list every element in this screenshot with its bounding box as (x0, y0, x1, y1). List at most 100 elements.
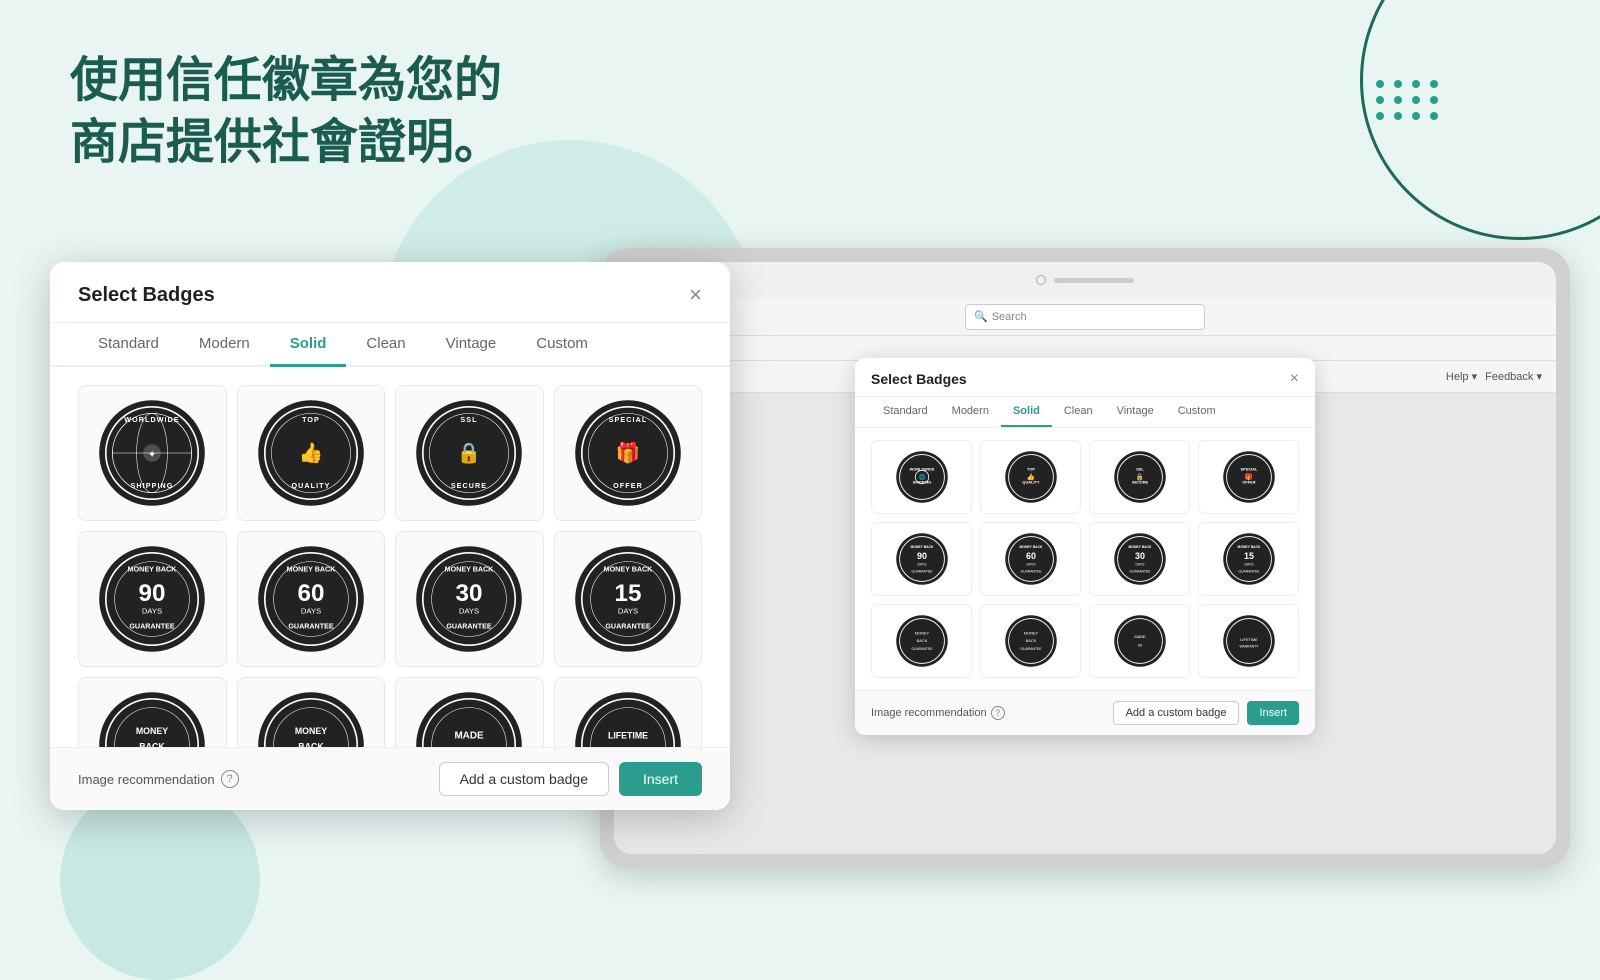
large-badge-worldwide-shipping[interactable]: WORLDWIDE SHIPPING ✦ (78, 385, 227, 521)
small-badge-money-back-90[interactable]: MONEY BACK90DAYSGUARANTEE (871, 522, 972, 596)
svg-text:90: 90 (917, 551, 927, 561)
small-badge-top-quality[interactable]: TOPQUALITY👍 (980, 440, 1081, 514)
large-insert-button[interactable]: Insert (619, 762, 702, 796)
large-badge-money-back-a[interactable]: MONEY BACK GUARANTEE (78, 677, 227, 747)
small-tab-modern[interactable]: Modern (940, 397, 1001, 427)
small-badge-money-back-3b[interactable]: MONEYBACKGUARANTEE (980, 604, 1081, 678)
small-badge-worldwide-shipping[interactable]: WORLDWIDESHIPPING🌐 (871, 440, 972, 514)
small-badge-money-back-30[interactable]: MONEY BACK30DAYSGUARANTEE (1089, 522, 1190, 596)
large-badges-grid: WORLDWIDE SHIPPING ✦ TOP QUALITY 👍 SSL (50, 367, 730, 747)
svg-text:SSL: SSL (1136, 466, 1144, 471)
large-badge-special-offer[interactable]: SPECIAL OFFER 🎁 (554, 385, 703, 521)
tablet-content: 🔍 Search / Settings / Badges ings Plan H… (614, 298, 1556, 854)
small-tab-standard[interactable]: Standard (871, 397, 940, 427)
tablet-search-input[interactable]: 🔍 Search (965, 304, 1205, 330)
svg-text:GUARANTEE: GUARANTEE (288, 623, 333, 631)
svg-text:SSL: SSL (461, 416, 478, 424)
help-button[interactable]: Help ▾ (1446, 370, 1477, 383)
large-modal-title: Select Badges (78, 284, 215, 307)
large-tab-solid[interactable]: Solid (270, 323, 347, 367)
large-badge-made-in[interactable]: MADE IN (395, 677, 544, 747)
svg-text:TOP: TOP (1027, 466, 1035, 471)
svg-text:GUARANTEE: GUARANTEE (1020, 647, 1042, 651)
svg-text:OFFER: OFFER (613, 482, 643, 490)
svg-text:WORLDWIDE: WORLDWIDE (124, 416, 180, 424)
tablet-top-bar (614, 262, 1556, 298)
small-badge-money-back-15[interactable]: MONEY BACK15DAYSGUARANTEE (1198, 522, 1299, 596)
large-badge-ssl-secure[interactable]: SSL SECURE 🔒 (395, 385, 544, 521)
small-tab-clean[interactable]: Clean (1052, 397, 1105, 427)
large-tab-standard[interactable]: Standard (78, 323, 179, 367)
svg-text:GUARANTEE: GUARANTEE (911, 647, 933, 651)
large-modal-close-button[interactable]: × (689, 282, 702, 308)
svg-text:SHIPPING: SHIPPING (131, 482, 174, 490)
small-badge-special-offer[interactable]: SPECIALOFFER🎁 (1198, 440, 1299, 514)
small-tab-custom[interactable]: Custom (1166, 397, 1228, 427)
small-tab-solid[interactable]: Solid (1001, 397, 1052, 427)
svg-text:BACK: BACK (140, 741, 166, 747)
large-add-custom-badge-button[interactable]: Add a custom badge (439, 762, 609, 796)
large-badge-money-back-30[interactable]: MONEY BACK 30 DAYS GUARANTEE (395, 531, 544, 667)
svg-text:IN: IN (1138, 643, 1142, 648)
svg-text:MONEY BACK: MONEY BACK (1237, 545, 1260, 549)
small-modal-tabs: Standard Modern Solid Clean Vintage Cust… (855, 397, 1315, 428)
large-tab-modern[interactable]: Modern (179, 323, 270, 367)
small-badge-ssl-secure[interactable]: SSLSECURE🔒 (1089, 440, 1190, 514)
large-tab-clean[interactable]: Clean (346, 323, 425, 367)
svg-text:✦: ✦ (148, 449, 156, 460)
svg-text:DAYS: DAYS (1135, 563, 1145, 567)
svg-text:60: 60 (297, 580, 324, 607)
svg-text:GUARANTEE: GUARANTEE (911, 569, 933, 573)
svg-text:QUALITY: QUALITY (291, 482, 330, 490)
search-placeholder: Search (992, 311, 1027, 323)
svg-text:TOP: TOP (302, 416, 320, 424)
small-modal-title: Select Badges (871, 371, 967, 387)
svg-text:MONEY BACK: MONEY BACK (445, 566, 495, 574)
large-badge-top-quality[interactable]: TOP QUALITY 👍 (237, 385, 386, 521)
large-badge-money-back-15[interactable]: MONEY BACK 15 DAYS GUARANTEE (554, 531, 703, 667)
svg-text:DAYS: DAYS (1244, 563, 1254, 567)
svg-text:MONEY: MONEY (295, 726, 327, 736)
svg-text:GUARANTEE: GUARANTEE (605, 623, 650, 631)
large-image-recommendation: Image recommendation ? (78, 770, 239, 788)
large-tab-custom[interactable]: Custom (516, 323, 608, 367)
small-tab-vintage[interactable]: Vintage (1105, 397, 1166, 427)
small-add-custom-badge-button[interactable]: Add a custom badge (1113, 701, 1240, 725)
small-badge-made-in[interactable]: MADEIN (1089, 604, 1190, 678)
large-badge-lifetime[interactable]: LIFETIME WARRANTY (554, 677, 703, 747)
svg-text:👍: 👍 (298, 442, 323, 465)
svg-text:60: 60 (1026, 551, 1036, 561)
svg-text:MONEY BACK: MONEY BACK (603, 566, 653, 574)
large-badge-money-back-b[interactable]: MONEY BACK GUARANTEE (237, 677, 386, 747)
svg-text:DAYS: DAYS (1026, 563, 1036, 567)
small-modal-footer: Image recommendation ? Add a custom badg… (855, 690, 1315, 735)
large-badge-money-back-90[interactable]: MONEY BACK 90 DAYS GUARANTEE (78, 531, 227, 667)
tablet-nav-actions: Help ▾ Feedback ▾ (1446, 370, 1542, 383)
small-footer-actions: Add a custom badge Insert (1113, 701, 1299, 725)
small-info-icon: ? (991, 706, 1005, 720)
svg-text:SPECIAL: SPECIAL (1240, 466, 1258, 471)
small-badge-money-back-60[interactable]: MONEY BACK60DAYSGUARANTEE (980, 522, 1081, 596)
svg-text:30: 30 (456, 580, 483, 607)
large-footer-actions: Add a custom badge Insert (439, 762, 702, 796)
svg-text:GUARANTEE: GUARANTEE (1238, 569, 1260, 573)
svg-text:BACK: BACK (1025, 638, 1036, 643)
tablet-camera (1036, 275, 1046, 285)
small-modal-header: Select Badges × (855, 358, 1315, 397)
small-badge-money-back-3a[interactable]: MONEYBACKGUARANTEE (871, 604, 972, 678)
svg-text:DAYS: DAYS (459, 606, 479, 615)
svg-text:MONEY BACK: MONEY BACK (910, 545, 933, 549)
svg-text:SECURE: SECURE (451, 482, 487, 490)
large-modal-header: Select Badges × (50, 262, 730, 323)
large-tab-vintage[interactable]: Vintage (426, 323, 517, 367)
page-heading: 使用信任徽章為您的商店提供社會證明。 (70, 50, 510, 175)
feedback-button[interactable]: Feedback ▾ (1485, 370, 1542, 383)
small-modal-close-button[interactable]: × (1290, 370, 1299, 388)
small-badge-lifetime[interactable]: LIFETIMEWARRANTY (1198, 604, 1299, 678)
svg-text:BACK: BACK (298, 741, 324, 747)
small-image-recommendation: Image recommendation ? (871, 706, 1005, 720)
svg-text:LIFETIME: LIFETIME (608, 730, 648, 740)
svg-text:🎁: 🎁 (615, 442, 640, 465)
small-insert-button[interactable]: Insert (1247, 701, 1299, 725)
large-badge-money-back-60[interactable]: MONEY BACK 60 DAYS GUARANTEE (237, 531, 386, 667)
